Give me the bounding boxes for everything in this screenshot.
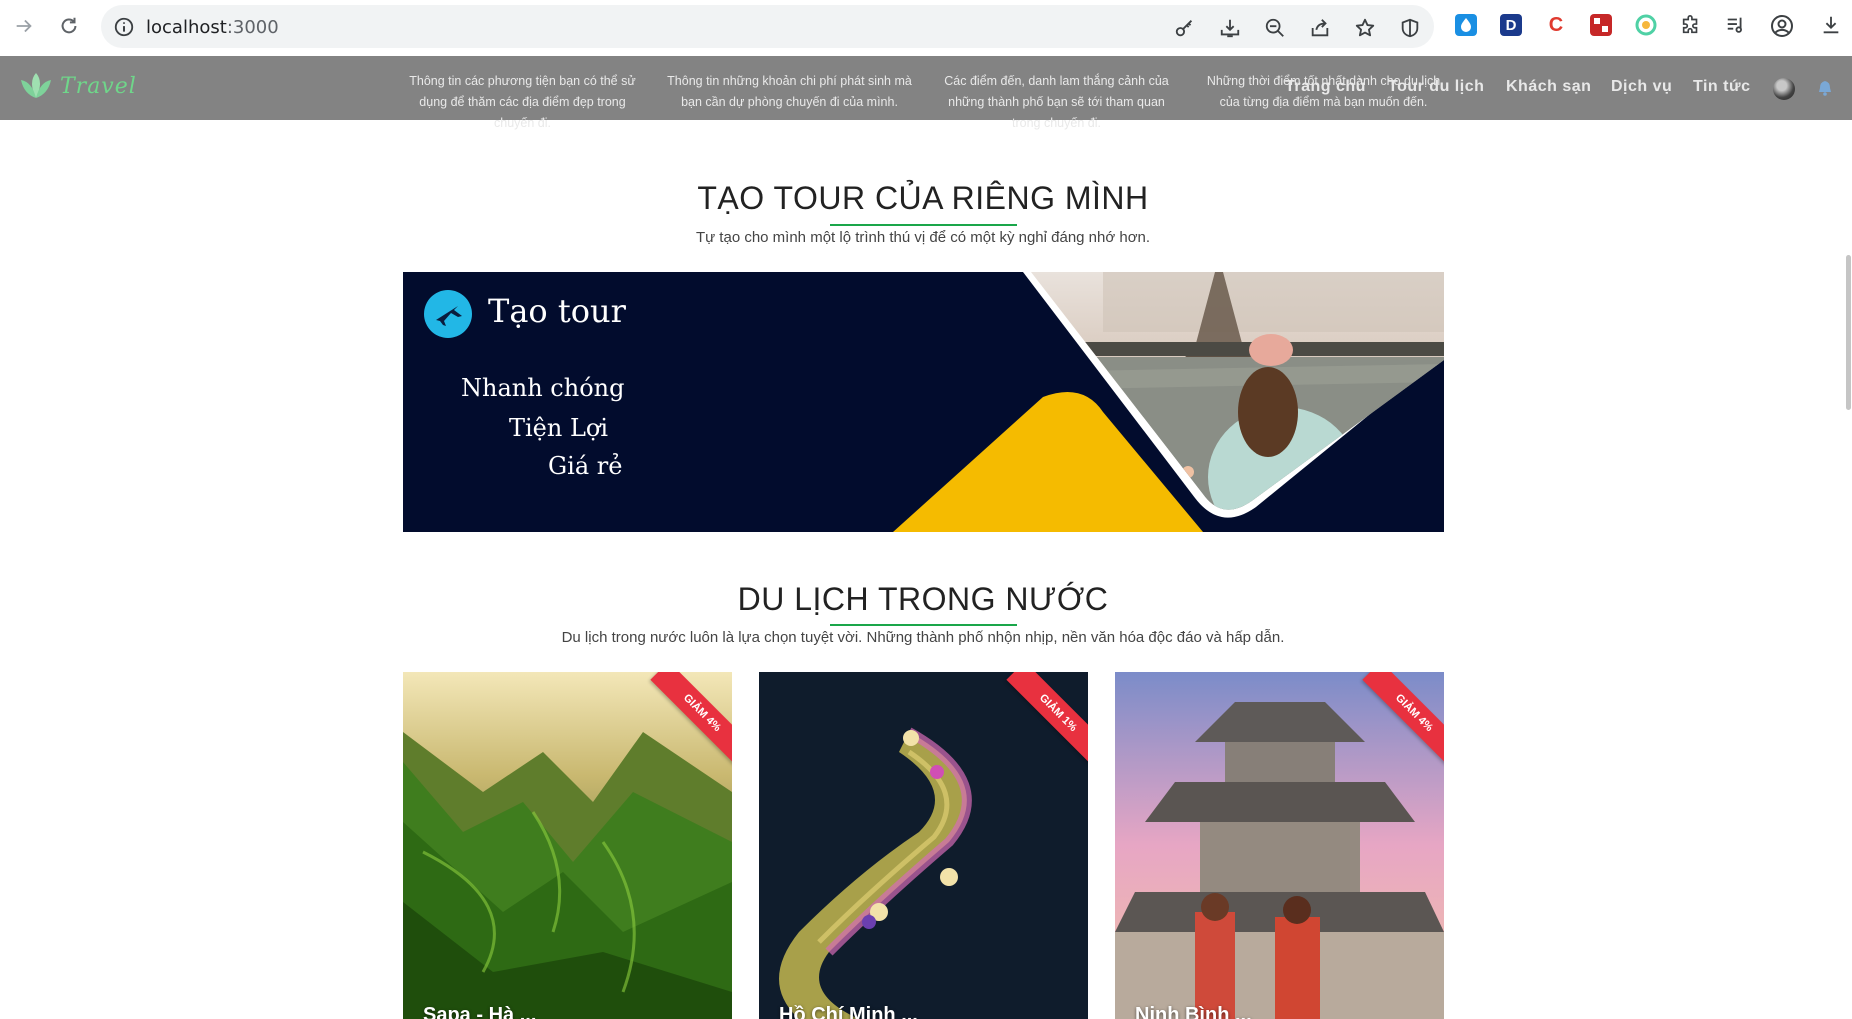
url-text: localhost:3000 (146, 17, 279, 38)
red-grid-icon (1594, 18, 1608, 32)
banner-line-convenient: Tiện Lợi (509, 414, 609, 442)
profile-button[interactable] (1770, 14, 1793, 37)
reload-icon (61, 17, 77, 34)
extensions-puzzle-button[interactable] (1680, 14, 1702, 36)
feature-destinations: Các điểm đến, danh lam thắng cảnh của nh… (944, 74, 1169, 130)
water-drop-icon (1461, 18, 1471, 32)
plane-logo-icon (424, 290, 472, 338)
card-title: Ninh Bình ... (1135, 1004, 1252, 1019)
logo-text: Travel (60, 73, 137, 99)
banner-title: Tạo tour (488, 292, 626, 330)
card-image (403, 672, 732, 1019)
site-logo[interactable]: Travel (18, 70, 137, 102)
forward-button[interactable] (10, 12, 38, 40)
card-image (1115, 672, 1444, 1019)
download-icon (1823, 16, 1839, 34)
extension-circle-icon[interactable] (1635, 14, 1657, 36)
arrow-right-icon (16, 19, 32, 33)
site-header: Travel Thông tin các phương tiện bạn có … (0, 56, 1852, 130)
tour-card[interactable]: GIẢM 1% Hồ Chí Minh ... (759, 672, 1088, 1019)
puzzle-icon (1682, 15, 1698, 34)
create-tour-banner[interactable]: Tạo tour Nhanh chóng Tiện Lợi Giá rẻ (403, 272, 1444, 532)
key-icon[interactable] (1174, 17, 1196, 39)
user-avatar[interactable] (1773, 78, 1795, 100)
account-circle-icon (1771, 15, 1793, 37)
music-list-icon (1727, 17, 1742, 33)
shield-icon[interactable] (1399, 17, 1421, 39)
install-app-icon[interactable] (1219, 17, 1241, 39)
info-icon (114, 17, 134, 37)
extension-red-icon[interactable] (1590, 14, 1612, 36)
domestic-subtitle: Du lịch trong nước luôn là lựa chọn tuyệ… (561, 629, 1285, 646)
custom-tour-subtitle: Tự tạo cho mình một lộ trình thú vị để c… (695, 229, 1151, 246)
nav-news[interactable]: Tin tức (1693, 78, 1750, 96)
extension-drop-icon[interactable] (1455, 14, 1477, 36)
extension-c-icon[interactable]: C (1545, 14, 1567, 36)
feature-costs: Thông tin những khoản chi phí phát sinh … (667, 74, 912, 109)
extension-d-icon[interactable]: D (1500, 14, 1522, 36)
downloads-button[interactable] (1820, 14, 1842, 36)
tour-card[interactable]: GIẢM 4% Sapa - Hà ... (403, 672, 732, 1019)
card-title: Hồ Chí Minh ... (779, 1004, 918, 1019)
bell-icon[interactable] (1818, 80, 1832, 96)
share-icon[interactable] (1309, 17, 1331, 39)
page-scrollbar[interactable] (1846, 255, 1851, 410)
domestic-title: DU LỊCH TRONG NƯỚC (737, 581, 1109, 617)
custom-tour-title: TẠO TOUR CỦA RIÊNG MÌNH (697, 180, 1149, 216)
card-image (759, 672, 1088, 1019)
banner-line-fast: Nhanh chóng (461, 374, 625, 402)
custom-tour-underline (830, 224, 1017, 226)
browser-toolbar: localhost:3000 D C (0, 0, 1852, 56)
reload-button[interactable] (55, 12, 83, 40)
zoom-out-icon[interactable] (1264, 17, 1286, 39)
card-title: Sapa - Hà ... (423, 1004, 537, 1019)
nav-home[interactable]: Trang chủ (1285, 78, 1366, 96)
nav-services[interactable]: Dịch vụ (1611, 78, 1672, 96)
banner-line-cheap: Giá rẻ (548, 452, 623, 480)
nav-tours[interactable]: Tour du lịch (1388, 78, 1484, 96)
nav-hotels[interactable]: Khách sạn (1506, 78, 1591, 96)
address-bar[interactable]: localhost:3000 (101, 5, 1434, 48)
bookmark-star-icon[interactable] (1354, 17, 1376, 39)
domestic-underline (830, 624, 1017, 626)
reading-list-button[interactable] (1725, 14, 1747, 36)
colorful-circle-icon (1635, 14, 1657, 36)
lotus-logo-icon (21, 73, 51, 98)
tour-card[interactable]: GIẢM 4% Ninh Bình ... (1115, 672, 1444, 1019)
feature-transport: Thông tin các phương tiện bạn có thể sử … (409, 74, 636, 130)
